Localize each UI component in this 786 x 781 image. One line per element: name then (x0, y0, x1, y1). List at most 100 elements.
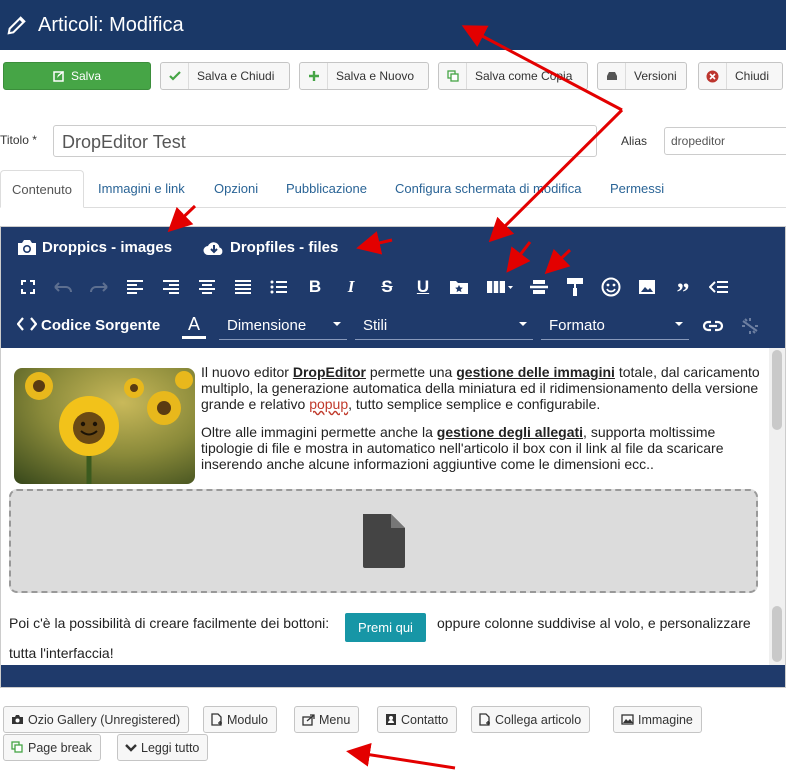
font-size-select[interactable]: Dimensione (219, 310, 347, 340)
folder-star-icon[interactable] (447, 276, 471, 298)
archive-icon (598, 63, 626, 89)
rich-text-editor: Droppics - images Dropfiles - files B I … (0, 226, 786, 688)
outdent-icon[interactable] (707, 276, 731, 298)
page-title: Articoli: Modifica (38, 13, 184, 36)
blockquote-icon[interactable]: ” (671, 276, 695, 306)
save-copy-button[interactable]: Salva come Copia (438, 62, 588, 90)
bold-text: gestione degli allegati (436, 424, 584, 440)
format-select[interactable]: Formato (541, 310, 689, 340)
sunflower-image (14, 368, 195, 484)
strikethrough-icon[interactable]: S (375, 276, 399, 298)
source-code-button[interactable]: Codice Sorgente (16, 317, 160, 334)
alias-label: Alias (621, 134, 648, 148)
copy-icon (11, 741, 23, 753)
file-add-icon (211, 713, 222, 726)
caret-down-icon (675, 322, 683, 326)
paragraph-attachments: Oltre alle immagini permette anche la ge… (201, 424, 724, 472)
tab-configura[interactable]: Configura schermata di modifica (395, 181, 581, 196)
caret-down-icon (333, 322, 341, 326)
file-icon (362, 514, 405, 568)
tab-contenuto[interactable]: Contenuto (0, 170, 84, 208)
plus-icon (300, 63, 328, 89)
align-left-icon[interactable] (123, 276, 147, 298)
align-right-icon[interactable] (159, 276, 183, 298)
bold-text: gestione delle immagini (456, 364, 615, 380)
fullscreen-icon[interactable] (16, 276, 40, 298)
undo-icon[interactable] (51, 276, 75, 298)
interface-sentence: tutta l'interfaccia! (9, 645, 114, 661)
emoji-icon[interactable] (599, 276, 623, 298)
menu-button[interactable]: Menu (294, 706, 360, 733)
styles-select[interactable]: Stili (355, 310, 533, 340)
chevron-down-icon (125, 743, 137, 752)
close-button[interactable]: Chiudi (698, 62, 783, 90)
dropfiles-button[interactable]: Dropfiles - files (203, 239, 338, 256)
redo-icon[interactable] (87, 276, 111, 298)
leggi-tutto-button[interactable]: Leggi tutto (117, 734, 209, 761)
align-center-icon[interactable] (195, 276, 219, 298)
contatto-button[interactable]: Contatto (377, 706, 458, 733)
italic-icon[interactable]: I (339, 276, 363, 298)
title-label: Titolo * (0, 133, 37, 147)
scroll-track (772, 606, 782, 662)
editor-toolbar: Droppics - images Dropfiles - files B I … (1, 227, 785, 348)
file-add-icon (479, 713, 490, 726)
premi-qui-button[interactable]: Premi qui (345, 613, 426, 642)
editor-content[interactable]: Il nuovo editor DropEditor permette una … (1, 348, 769, 665)
file-attachment-box[interactable] (9, 489, 758, 593)
paragraph-images: Il nuovo editor DropEditor permette una … (201, 364, 760, 412)
editor-statusbar (1, 665, 785, 687)
bold-text: DropEditor (292, 364, 366, 380)
pencil-icon (7, 16, 26, 35)
columns-dropdown-icon[interactable] (485, 276, 515, 298)
camera-icon (12, 715, 23, 724)
action-toolbar: Salva Salva e Chiudi Salva e Nuovo Salva… (0, 62, 786, 92)
save-close-button[interactable]: Salva e Chiudi (160, 62, 290, 90)
page-break-button[interactable]: Page break (3, 734, 101, 761)
save-new-button[interactable]: Salva e Nuovo (299, 62, 429, 90)
ozio-gallery-button[interactable]: Ozio Gallery (Unregistered) (3, 706, 190, 733)
button-sentence: Poi c'è la possibilità di creare facilme… (9, 615, 330, 631)
red-arrow (346, 742, 456, 770)
save-button[interactable]: Salva (3, 62, 151, 90)
contact-card-icon (386, 714, 396, 725)
tab-pubblicazione[interactable]: Pubblicazione (286, 181, 367, 196)
alias-input[interactable]: dropeditor (664, 127, 786, 155)
tab-immagini-link[interactable]: Immagini e link (98, 181, 185, 196)
modulo-button[interactable]: Modulo (203, 706, 277, 733)
horizontal-rule-icon[interactable] (527, 276, 551, 298)
caret-down-icon (519, 322, 527, 326)
red-arrow (167, 204, 197, 233)
columns-sentence: oppure colonne suddivise al volo, e pers… (437, 615, 751, 631)
paint-format-icon[interactable] (563, 276, 587, 298)
editor-scrollbar[interactable] (769, 348, 785, 665)
tab-bar: Contenuto Immagini e link Opzioni Pubbli… (0, 170, 786, 208)
underline-icon[interactable]: U (411, 276, 435, 298)
immagine-button[interactable]: Immagine (613, 706, 702, 733)
bold-icon[interactable]: B (303, 276, 327, 298)
image-icon[interactable] (635, 276, 659, 298)
code-icon (16, 317, 38, 331)
align-justify-icon[interactable] (231, 276, 255, 298)
page-header: Articoli: Modifica (0, 0, 786, 50)
tab-opzioni[interactable]: Opzioni (214, 181, 258, 196)
cloud-download-icon (203, 241, 223, 255)
check-icon (161, 63, 189, 89)
tab-permessi[interactable]: Permessi (610, 181, 664, 196)
droppics-button[interactable]: Droppics - images (17, 239, 172, 256)
collega-articolo-button[interactable]: Collega articolo (471, 706, 591, 733)
close-circle-icon (699, 63, 727, 89)
camera-icon (18, 240, 36, 255)
unlink-icon[interactable] (738, 315, 762, 337)
title-input[interactable]: DropEditor Test (53, 125, 597, 157)
edit-icon (53, 63, 65, 89)
misspelled-word: popup (309, 396, 349, 412)
picture-icon (621, 714, 634, 725)
versions-button[interactable]: Versioni (597, 62, 687, 90)
bullet-list-icon[interactable] (267, 276, 291, 298)
scroll-thumb[interactable] (772, 350, 782, 430)
link-icon[interactable] (701, 315, 725, 337)
share-icon (302, 713, 315, 726)
text-color-icon[interactable]: A (182, 313, 206, 339)
copy-icon (439, 63, 467, 89)
